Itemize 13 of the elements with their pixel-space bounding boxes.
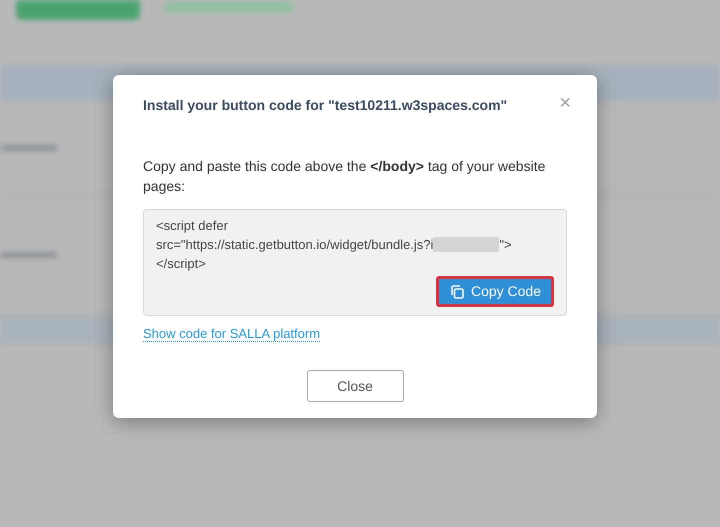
copy-icon bbox=[448, 284, 465, 300]
instruction-text: Copy and paste this code above the </body> tag of your website pages: bbox=[143, 157, 546, 196]
dialog-title: Install your button code for "test10211.w3spaces.com" bbox=[143, 96, 508, 115]
code-line: <script defer bbox=[156, 217, 229, 235]
blurred-text bbox=[0, 252, 58, 258]
code-line: "> bbox=[499, 236, 512, 254]
code-line: </script> bbox=[156, 255, 207, 273]
close-button[interactable]: Close bbox=[306, 370, 404, 402]
salla-platform-link[interactable]: Show code for SALLA platform bbox=[143, 326, 320, 342]
copy-code-button[interactable]: Copy Code bbox=[436, 276, 554, 307]
redaction-block bbox=[433, 237, 500, 252]
blurred-text bbox=[0, 144, 58, 150]
code-line: src="https://static.getbutton.io/widget/bundle.js?i bbox=[156, 236, 434, 254]
